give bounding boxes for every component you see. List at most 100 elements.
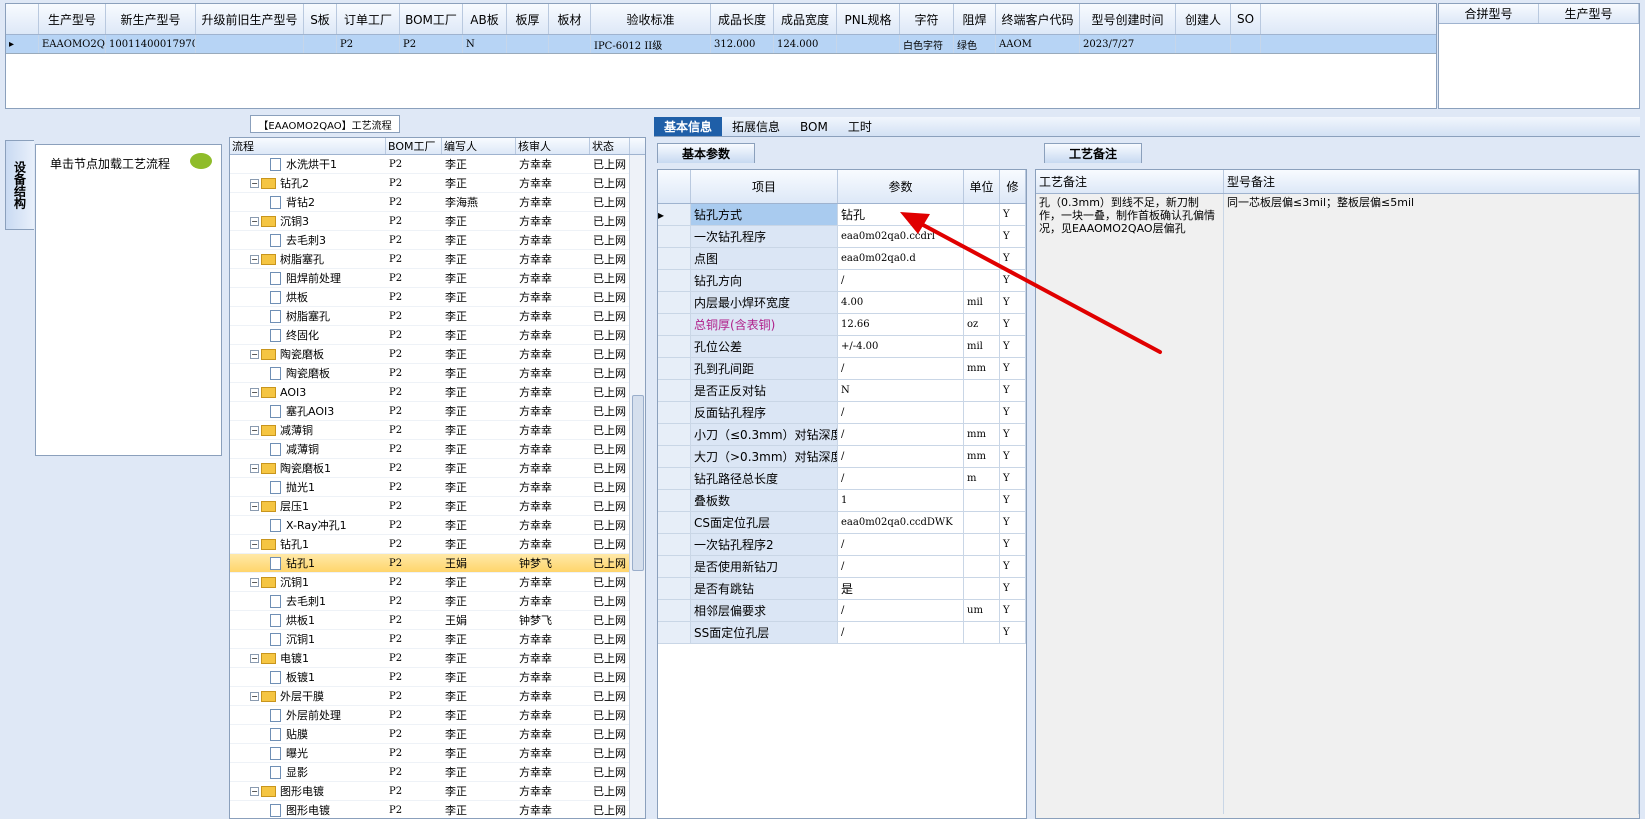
tree-row[interactable]: − 钻孔2 P2 李正 方幸幸 已上网	[230, 174, 645, 193]
param-row[interactable]: CS面定位孔层 eaa0m02qa0.ccdDWK Y	[658, 512, 1026, 534]
column-header[interactable]: 新生产型号	[106, 4, 196, 34]
param-value[interactable]: +/-4.00	[838, 336, 964, 357]
param-value[interactable]: /	[838, 424, 964, 445]
column-header[interactable]: PNL规格	[837, 4, 900, 34]
tree-row[interactable]: 板镀1 P2 李正 方幸幸 已上网	[230, 668, 645, 687]
tree-node[interactable]: − 沉铜1	[230, 573, 386, 591]
collapse-toggle-icon[interactable]: −	[250, 254, 259, 264]
column-header[interactable]: 字符	[900, 4, 954, 34]
param-value[interactable]: /	[838, 358, 964, 379]
collapse-toggle-icon[interactable]: −	[250, 691, 259, 701]
column-header[interactable]: 成品宽度	[774, 4, 837, 34]
tree-row[interactable]: − 外层干膜 P2 李正 方幸幸 已上网	[230, 687, 645, 706]
grid-cell[interactable]: AAOM	[996, 35, 1080, 53]
column-header[interactable]: 修	[1000, 170, 1026, 203]
tree-node[interactable]: 陶瓷磨板	[230, 364, 386, 382]
tab-3[interactable]: 工时	[838, 117, 882, 136]
param-row[interactable]: SS面定位孔层 / Y	[658, 622, 1026, 644]
tree-row[interactable]: − 树脂塞孔 P2 李正 方幸幸 已上网	[230, 250, 645, 269]
tree-row[interactable]: 图形电镀 P2 李正 方幸幸 已上网	[230, 801, 645, 818]
grid-cell[interactable]	[304, 35, 337, 53]
tree-node[interactable]: 去毛刺3	[230, 231, 386, 249]
param-value[interactable]: eaa0m02qa0.d	[838, 248, 964, 269]
column-header[interactable]: 验收标准	[591, 4, 711, 34]
tree-row[interactable]: 去毛刺3 P2 李正 方幸幸 已上网	[230, 231, 645, 250]
tree-node[interactable]: 曝光	[230, 744, 386, 762]
param-row[interactable]: 钻孔方向 / Y	[658, 270, 1026, 292]
tree-row[interactable]: 背钻2 P2 李海燕 方幸幸 已上网	[230, 193, 645, 212]
tab-2[interactable]: BOM	[790, 117, 838, 136]
tree-scrollbar[interactable]	[629, 155, 645, 818]
param-value[interactable]: 12.66	[838, 314, 964, 335]
tree-row[interactable]: 抛光1 P2 李正 方幸幸 已上网	[230, 478, 645, 497]
tree-scroll-thumb[interactable]	[632, 395, 644, 571]
tree-row[interactable]: − 钻孔1 P2 李正 方幸幸 已上网	[230, 535, 645, 554]
tree-node[interactable]: − 钻孔2	[230, 174, 386, 192]
tree-node[interactable]: 去毛刺1	[230, 592, 386, 610]
param-value[interactable]: 钻孔	[838, 204, 964, 225]
tree-node[interactable]: − 减薄铜	[230, 421, 386, 439]
tree-row[interactable]: 塞孔AOI3 P2 李正 方幸幸 已上网	[230, 402, 645, 421]
collapse-toggle-icon[interactable]: −	[250, 387, 259, 397]
param-row[interactable]: 孔位公差 +/-4.00 mil Y	[658, 336, 1026, 358]
tree-node[interactable]: 烘板	[230, 288, 386, 306]
column-header[interactable]: 成品长度	[711, 4, 774, 34]
tree-node[interactable]: 水洗烘干1	[230, 155, 386, 173]
param-row[interactable]: 孔到孔间距 / mm Y	[658, 358, 1026, 380]
column-header[interactable]: AB板	[463, 4, 507, 34]
tree-node[interactable]: − AOI3	[230, 383, 386, 401]
column-header[interactable]: 生产型号	[39, 4, 106, 34]
grid-cell[interactable]: 10011400017970	[106, 35, 196, 53]
collapse-toggle-icon[interactable]: −	[250, 577, 259, 587]
tree-row[interactable]: 钻孔1 P2 王娟 钟梦飞 已上网	[230, 554, 645, 573]
tree-node[interactable]: 外层前处理	[230, 706, 386, 724]
param-value[interactable]: eaa0m02qa0.ccdDWK	[838, 512, 964, 533]
tree-node[interactable]: 贴膜	[230, 725, 386, 743]
tree-row[interactable]: − 电镀1 P2 李正 方幸幸 已上网	[230, 649, 645, 668]
tab-process-notes[interactable]: 工艺备注	[1044, 143, 1142, 163]
tree-row[interactable]: X-Ray冲孔1 P2 李正 方幸幸 已上网	[230, 516, 645, 535]
tree-row[interactable]: 陶瓷磨板 P2 李正 方幸幸 已上网	[230, 364, 645, 383]
tree-row[interactable]: − 沉铜1 P2 李正 方幸幸 已上网	[230, 573, 645, 592]
grid-cell[interactable]: EAAOMO2QAO	[39, 35, 106, 53]
param-row[interactable]: 小刀（≤0.3mm）对钻深度 / mm Y	[658, 424, 1026, 446]
param-row[interactable]: 叠板数 1 Y	[658, 490, 1026, 512]
grid-cell[interactable]	[196, 35, 304, 53]
collapse-toggle-icon[interactable]: −	[250, 539, 259, 549]
grid-cell[interactable]	[1231, 35, 1261, 53]
grid-cell[interactable]: N	[463, 35, 507, 53]
tree-node[interactable]: − 外层干膜	[230, 687, 386, 705]
collapse-toggle-icon[interactable]: −	[250, 349, 259, 359]
tree-node[interactable]: 显影	[230, 763, 386, 781]
column-header[interactable]: 阻焊	[954, 4, 996, 34]
tree-node[interactable]: 钻孔1	[230, 554, 386, 572]
column-header[interactable]: BOM工厂	[386, 138, 442, 154]
param-value[interactable]: /	[838, 402, 964, 423]
tree-node[interactable]: 沉铜1	[230, 630, 386, 648]
tree-row[interactable]: 去毛刺1 P2 李正 方幸幸 已上网	[230, 592, 645, 611]
collapse-toggle-icon[interactable]: −	[250, 216, 259, 226]
tree-node[interactable]: 板镀1	[230, 668, 386, 686]
param-row[interactable]: 是否使用新钻刀 / Y	[658, 556, 1026, 578]
tab-basic-params[interactable]: 基本参数	[657, 143, 755, 163]
param-value[interactable]: 是	[838, 578, 964, 599]
tree-row[interactable]: − 图形电镀 P2 李正 方幸幸 已上网	[230, 782, 645, 801]
grid-cell[interactable]: 白色字符	[900, 35, 954, 53]
tree-row[interactable]: − 陶瓷磨板 P2 李正 方幸幸 已上网	[230, 345, 645, 364]
grid-cell[interactable]: 绿色	[954, 35, 996, 53]
column-header[interactable]: 创建人	[1176, 4, 1231, 34]
process-note-text[interactable]: 孔（0.3mm）到线不足，新刀制作，一块一叠，制作首板确认孔偏情况，见EAAOM…	[1036, 194, 1224, 814]
tree-row[interactable]: 烘板 P2 李正 方幸幸 已上网	[230, 288, 645, 307]
param-value[interactable]: 1	[838, 490, 964, 511]
tree-node[interactable]: 树脂塞孔	[230, 307, 386, 325]
grid-cell[interactable]: 312.000	[711, 35, 774, 53]
tree-node[interactable]: − 树脂塞孔	[230, 250, 386, 268]
tree-node[interactable]: 背钻2	[230, 193, 386, 211]
tree-row[interactable]: − 减薄铜 P2 李正 方幸幸 已上网	[230, 421, 645, 440]
tree-node[interactable]: X-Ray冲孔1	[230, 516, 386, 534]
collapse-toggle-icon[interactable]: −	[250, 463, 259, 473]
tree-node[interactable]: 减薄铜	[230, 440, 386, 458]
grid-cell[interactable]	[1176, 35, 1231, 53]
tree-node[interactable]: − 钻孔1	[230, 535, 386, 553]
param-value[interactable]: /	[838, 446, 964, 467]
